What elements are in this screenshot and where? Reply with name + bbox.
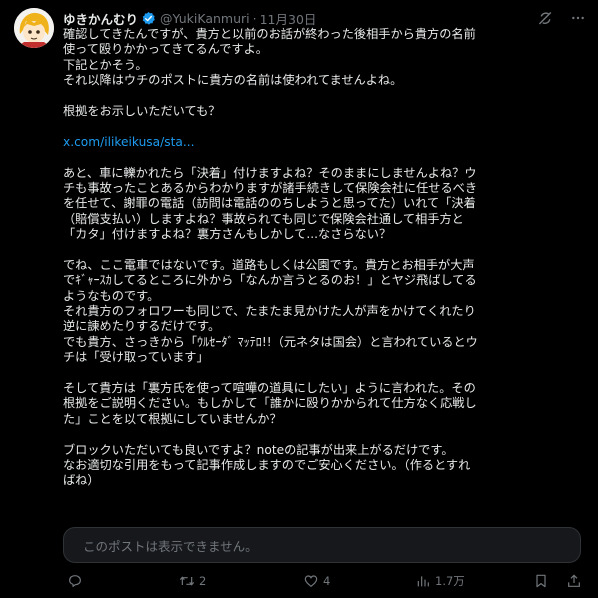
post-link[interactable]: x.com/ilikeikusa/sta...	[63, 135, 585, 150]
retweet-icon	[179, 576, 195, 586]
quote-unavailable-text: このポストは表示できません。	[83, 538, 258, 554]
like-count: 4	[323, 574, 331, 588]
text-line: チは「受け取っています」	[63, 350, 209, 365]
share-button[interactable]	[566, 573, 582, 589]
header-actions	[537, 10, 586, 27]
tweet-text: 確認してきたんですが、貴方と以前のお話が終わった後相手から貴方の名前 使って殴りか…	[63, 27, 585, 489]
text-line: なお適切な引用をもって記事作成しますのでご安心ください。（作るとすれ	[63, 457, 471, 472]
text-line: 逆に諌めたりするだけです。	[63, 319, 221, 334]
text-line: ばね）	[63, 473, 100, 488]
text-line: チも事故ったことあるからわかりますが諸手続きして保険会社に任せるべき	[63, 180, 478, 195]
bookmark-button[interactable]	[533, 573, 549, 589]
reply-icon	[69, 575, 81, 587]
retweet-count: 2	[199, 574, 207, 588]
text-line: そして貴方は「裏方氏を使って喧嘩の道具にしたい」ように言われた。その	[63, 380, 476, 395]
like-icon	[304, 575, 318, 588]
text-line: ようなものです。	[63, 288, 160, 303]
action-bar: 2 4 1.7万	[63, 571, 585, 591]
more-icon[interactable]	[570, 10, 586, 26]
retweet-button[interactable]: 2	[179, 573, 206, 589]
text-line: 「カタ」付けますよね？裏方さんもしかして...なさらない？	[63, 227, 392, 242]
text-line: 根拠をご説明ください。もしかして「誰かに殴りかかられて仕方なく応戦し	[63, 396, 477, 411]
text-line: でも貴方、さっきから「ｳﾙｾｰﾀﾞ ﾏｯﾃﾛ!!（元ネタは国会）と言われていると…	[63, 334, 478, 349]
text-line: あと、車に轢かれたら「決着」付けますよね？そのままにしませんよね？ウ	[63, 165, 477, 180]
reply-button[interactable]	[67, 573, 83, 589]
author-name[interactable]: ゆきかんむり	[63, 9, 138, 28]
bookmark-icon	[536, 574, 546, 588]
text-line: 使って殴りかかってきてるんですよ。	[63, 42, 268, 57]
text-line: （賠償支払い）しますよね？事故られても同じで保険会社通して相手方と	[63, 211, 464, 226]
text-line: 確認してきたんですが、貴方と以前のお話が終わった後相手から貴方の名前	[63, 27, 476, 41]
text-line: それ以降はウチのポストに貴方の名前は使われてませんよね。	[63, 73, 403, 88]
post-date[interactable]: 11月30日	[260, 9, 317, 28]
text-line: でｷﾞｬｰｽｶしてるところに外から「なんか言うとるのお！」とヤジ飛ばしてる	[63, 273, 477, 288]
text-line: ブロックいただいても良いですよ？noteの記事が出来上がるだけです。	[63, 442, 454, 457]
tweet: ゆきかんむり @YukiKanmuri · 11月30日 確認してきたんですが、…	[0, 0, 598, 598]
share-icon	[568, 574, 580, 587]
avatar-illustration-icon	[14, 8, 54, 48]
text-line: それ貴方のフォロワーも同じで、たまたま見かけた人が声をかけてくれたり	[63, 304, 476, 319]
grok-icon[interactable]	[537, 10, 554, 27]
verified-badge-icon	[142, 11, 155, 25]
quoted-post-unavailable[interactable]: このポストは表示できません。	[63, 527, 581, 563]
text-line: 根拠をお示しいただいても？	[63, 103, 221, 118]
views-icon	[417, 576, 429, 587]
views-button[interactable]: 1.7万	[415, 573, 465, 589]
text-line: 下記とかそう。	[63, 57, 148, 72]
tweet-header: ゆきかんむり @YukiKanmuri · 11月30日	[63, 9, 586, 27]
like-button[interactable]: 4	[303, 573, 330, 589]
text-line: た」ことを以て根拠にしていませんか？	[63, 411, 282, 426]
header-separator: ·	[252, 10, 257, 26]
text-line: でね、ここ電車ではないです。道路もしくは公園です。貴方とお相手が大声	[63, 257, 475, 272]
text-line: を任せて、謝罪の電話（訪問は電話ののちしようと思ってた）いれて「決着	[63, 196, 476, 211]
author-handle[interactable]: @YukiKanmuri	[160, 11, 250, 26]
view-count: 1.7万	[435, 574, 465, 588]
avatar[interactable]	[14, 8, 54, 48]
